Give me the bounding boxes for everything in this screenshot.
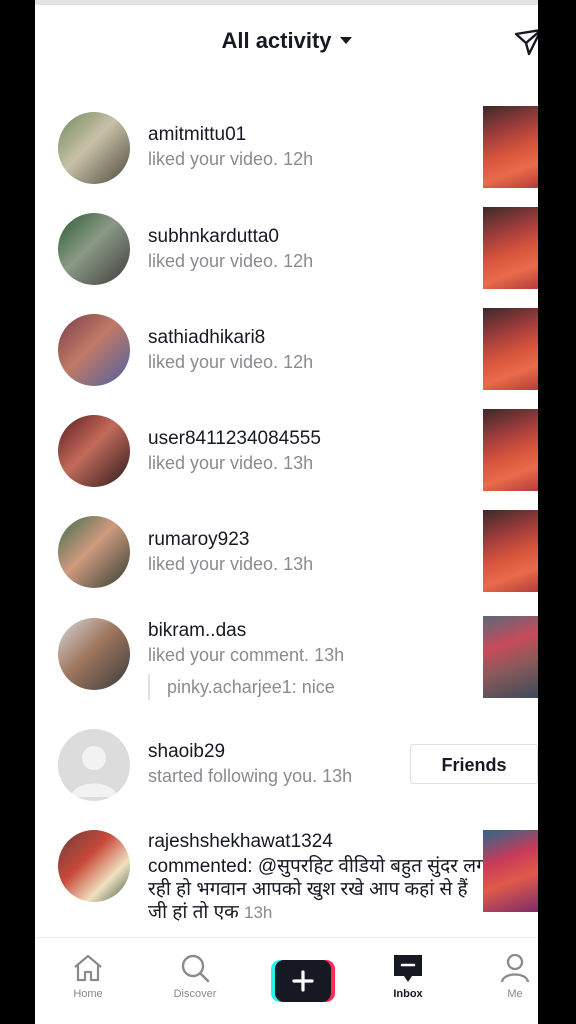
- friends-button[interactable]: Friends: [410, 744, 538, 784]
- video-thumbnail[interactable]: [483, 409, 538, 491]
- avatar[interactable]: [58, 830, 130, 902]
- username[interactable]: rajeshshekhawat1324: [148, 831, 333, 853]
- caret-down-icon: [339, 36, 352, 44]
- video-thumbnail[interactable]: [483, 207, 538, 289]
- page-title: All activity: [221, 28, 332, 53]
- avatar[interactable]: [58, 516, 130, 588]
- notification-action: liked your video. 12h: [148, 149, 314, 169]
- default-avatar[interactable]: [58, 729, 130, 801]
- activity-filter-dropdown[interactable]: All activity: [35, 28, 538, 54]
- tab-discover[interactable]: Discover: [155, 952, 235, 1000]
- app-screen: All activity amitmittu01 liked your vide…: [35, 0, 538, 1024]
- tab-label: Home: [73, 988, 103, 1000]
- inbox-icon: [394, 955, 422, 982]
- tab-label: Me: [507, 988, 523, 1000]
- person-placeholder-icon: [71, 746, 117, 797]
- username[interactable]: amitmittu01: [148, 124, 246, 146]
- video-thumbnail[interactable]: [483, 616, 538, 698]
- notification-action: liked your video. 13h: [148, 554, 314, 574]
- create-video-button[interactable]: [271, 960, 335, 1002]
- avatar[interactable]: [58, 618, 130, 690]
- home-icon: [74, 954, 102, 982]
- tab-label: Inbox: [393, 988, 423, 1000]
- notification-action: liked your comment. 13h: [148, 645, 345, 665]
- video-thumbnail[interactable]: [483, 106, 538, 188]
- avatar[interactable]: [58, 314, 130, 386]
- video-thumbnail[interactable]: [483, 510, 538, 592]
- bottom-tab-bar: Home Discover Inbox Me: [35, 937, 538, 1024]
- avatar[interactable]: [58, 213, 130, 285]
- video-thumbnail[interactable]: [483, 308, 538, 390]
- username[interactable]: shaoib29: [148, 741, 225, 763]
- tab-label: Discover: [173, 988, 217, 1000]
- tab-inbox[interactable]: Inbox: [368, 952, 448, 1000]
- avatar[interactable]: [58, 415, 130, 487]
- notification-action: liked your video. 12h: [148, 251, 314, 271]
- username[interactable]: user8411234084555: [148, 428, 321, 450]
- username[interactable]: bikram..das: [148, 620, 246, 642]
- username[interactable]: sathiadhikari8: [148, 327, 265, 349]
- send-message-icon[interactable]: [513, 26, 538, 56]
- search-icon: [181, 954, 210, 983]
- status-strip: [35, 0, 538, 5]
- video-thumbnail[interactable]: [483, 830, 538, 912]
- person-icon: [500, 953, 530, 983]
- username[interactable]: subhnkardutta0: [148, 226, 279, 248]
- notification-action: liked your video. 12h: [148, 352, 314, 372]
- notification-action: liked your video. 13h: [148, 453, 314, 473]
- tab-me[interactable]: Me: [475, 952, 538, 1000]
- notification-action: started following you. 13h: [148, 766, 353, 786]
- avatar[interactable]: [58, 112, 130, 184]
- comment-preview[interactable]: pinky.acharjee1: nice: [148, 674, 335, 700]
- username[interactable]: rumaroy923: [148, 529, 249, 551]
- comment-text: commented: @सुपरहिट वीडियो बहुत सुंदर लग…: [148, 856, 487, 923]
- tab-home[interactable]: Home: [48, 952, 128, 1000]
